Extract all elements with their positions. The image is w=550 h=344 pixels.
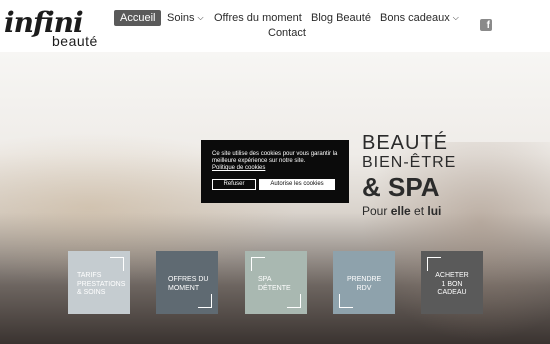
nav-item-offres[interactable]: Offres du moment	[214, 12, 302, 24]
nav-item-soins-label: Soins	[167, 12, 195, 24]
cookie-policy-link[interactable]: Politique de cookies	[212, 165, 339, 171]
refuse-cookies-button[interactable]: Refuser	[212, 179, 256, 190]
tile-tarifs[interactable]: TARIFS PRESTATIONS & SOINS	[68, 251, 130, 314]
corner-decoration	[198, 294, 212, 308]
tagline-pour: Pour	[362, 204, 391, 218]
tile-rdv-label: PRENDRE RDV	[347, 276, 382, 292]
hero-tagline: BEAUTÉ BIEN-ÊTRE & SPA Pour elle et lui	[362, 132, 456, 218]
nav-item-bons-cadeaux-label: Bons cadeaux	[380, 12, 450, 24]
chevron-down-icon: ⌵	[452, 13, 459, 22]
tile-offres[interactable]: OFFRES DU MOMENT	[156, 251, 218, 314]
tagline-spa: & SPA	[362, 172, 440, 202]
tagline-elle: elle	[390, 204, 411, 218]
tile-offres-label: OFFRES DU MOMENT	[168, 276, 209, 292]
corner-decoration	[339, 294, 353, 308]
nav-item-soins[interactable]: Soins ⌵	[167, 12, 204, 24]
facebook-icon[interactable]: f	[480, 19, 492, 31]
tagline-pour-elle-et-lui: Pour elle et lui	[362, 204, 456, 218]
tile-spa[interactable]: SPA DÉTENTE	[245, 251, 307, 314]
chevron-down-icon: ⌵	[197, 13, 204, 22]
tagline-et: et	[410, 204, 428, 218]
tagline-beaute: BEAUTÉ	[362, 132, 449, 154]
corner-decoration	[427, 257, 441, 271]
site-logo[interactable]: infini beauté	[2, 6, 102, 50]
tile-bon-cadeau-label: ACHETER 1 BON CADEAU	[435, 272, 469, 296]
cookie-banner: Ce site utilise des cookies pour vous ga…	[201, 140, 349, 203]
site-header: infini beauté Accueil Soins ⌵ Offres du m…	[0, 0, 550, 52]
tile-bon-cadeau[interactable]: ACHETER 1 BON CADEAU	[421, 251, 483, 314]
tagline-bien-etre: BIEN-ÊTRE	[362, 154, 457, 171]
tile-tarifs-label: TARIFS PRESTATIONS & SOINS	[77, 272, 126, 296]
nav-item-contact[interactable]: Contact	[268, 27, 306, 39]
tile-spa-label: SPA DÉTENTE	[258, 276, 291, 292]
tile-rdv[interactable]: PRENDRE RDV	[333, 251, 395, 314]
nav-item-blog[interactable]: Blog Beauté	[311, 12, 371, 24]
corner-decoration	[251, 257, 265, 271]
accept-cookies-button[interactable]: Autorise les cookies	[259, 179, 335, 190]
corner-decoration	[287, 294, 301, 308]
nav-item-accueil[interactable]: Accueil	[114, 10, 162, 26]
nav-item-bons-cadeaux[interactable]: Bons cadeaux ⌵	[380, 12, 459, 24]
corner-decoration	[110, 257, 124, 271]
tagline-lui: lui	[427, 204, 442, 218]
logo-sub-text: beauté	[52, 33, 98, 49]
cookie-text: Ce site utilise des cookies pour vous ga…	[212, 151, 338, 164]
